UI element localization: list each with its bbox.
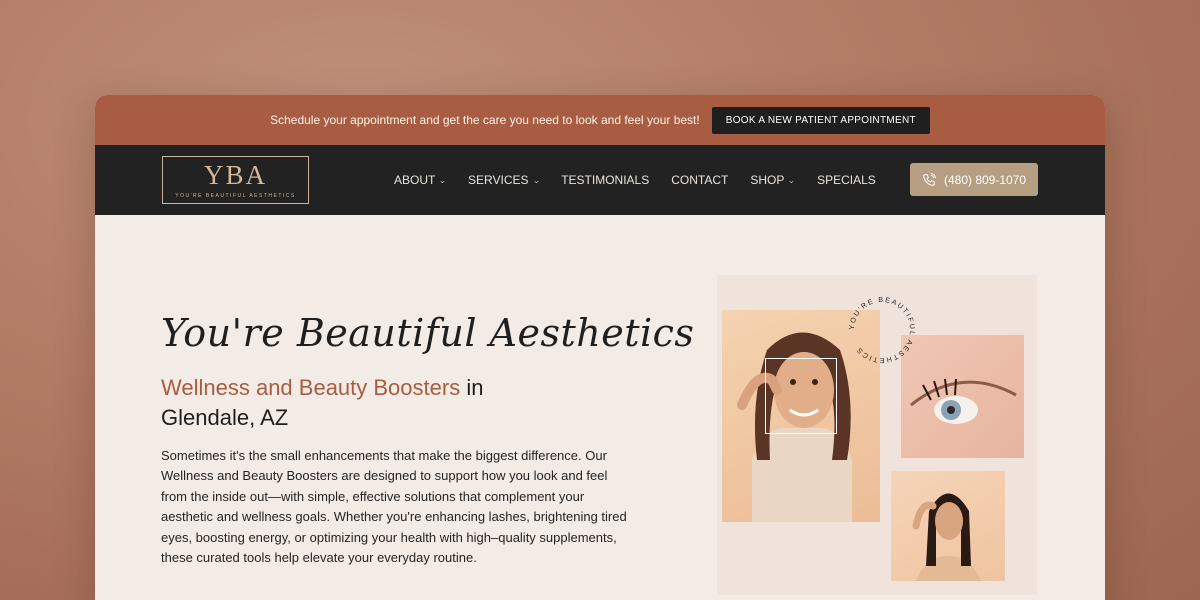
phone-icon <box>923 172 936 186</box>
nav-item-label: ABOUT <box>394 173 436 187</box>
hero-script-title: You're Beautiful Aesthetics <box>161 311 695 355</box>
logo-subtitle: YOU'RE BEAUTIFUL AESTHETICS <box>175 192 296 199</box>
nav-item-shop[interactable]: SHOP ⌄ <box>750 173 795 187</box>
nav-item-label: SHOP <box>750 173 785 187</box>
nav-item-label: SERVICES <box>468 173 529 187</box>
hero-body-text: Sometimes it's the small enhancements th… <box>161 448 627 566</box>
focus-frame <box>765 358 837 434</box>
announcement-bar: Schedule your appointment and get the ca… <box>95 95 1105 145</box>
subhead-accent: Wellness and Beauty Boosters <box>161 375 461 400</box>
nav-item-testimonials[interactable]: TESTIMONIALS <box>561 173 649 187</box>
hero-subheading: Wellness and Beauty Boosters in Glendale… <box>161 373 483 433</box>
badge-ring-text: YOU'RE BEAUTIFUL AESTHETICS <box>847 295 916 365</box>
nav-item-specials[interactable]: SPECIALS <box>817 173 876 187</box>
circular-brand-badge: YOU'RE BEAUTIFUL AESTHETICS <box>847 295 917 365</box>
announcement-text: Schedule your appointment and get the ca… <box>270 113 700 127</box>
chevron-down-icon: ⌄ <box>531 175 540 185</box>
nav-item-services[interactable]: SERVICES ⌄ <box>468 173 540 187</box>
nav-item-label: TESTIMONIALS <box>561 173 650 187</box>
nav-item-label: SPECIALS <box>817 173 876 187</box>
book-appointment-button[interactable]: BOOK A NEW PATIENT APPOINTMENT <box>711 106 930 134</box>
nav-item-label: CONTACT <box>671 173 729 187</box>
woman-applying-makeup-photo <box>891 471 1005 581</box>
phone-number: (480) 809-1070 <box>943 172 1027 187</box>
phone-button[interactable]: (480) 809-1070 <box>910 163 1038 196</box>
svg-text:YOU'RE BEAUTIFUL AESTHETICS: YOU'RE BEAUTIFUL AESTHETICS <box>847 295 917 365</box>
hero-section: You're Beautiful Aesthetics Wellness and… <box>95 215 1105 600</box>
nav-item-contact[interactable]: CONTACT <box>671 173 728 187</box>
logo-mark: YBA <box>203 159 267 190</box>
chevron-down-icon: ⌄ <box>787 175 796 185</box>
chevron-down-icon: ⌄ <box>438 175 447 185</box>
nav-item-about[interactable]: ABOUT ⌄ <box>394 173 447 187</box>
logo[interactable]: YBA YOU'RE BEAUTIFUL AESTHETICS <box>162 156 309 204</box>
subhead-location: Glendale, AZ <box>161 405 289 430</box>
main-nav: YBA YOU'RE BEAUTIFUL AESTHETICS ABOUT ⌄ … <box>95 145 1105 215</box>
nav-menu: ABOUT ⌄ SERVICES ⌄ TESTIMONIALS CONTACT … <box>394 145 876 215</box>
subhead-rest: in <box>460 375 484 400</box>
browser-window: Schedule your appointment and get the ca… <box>95 95 1105 600</box>
